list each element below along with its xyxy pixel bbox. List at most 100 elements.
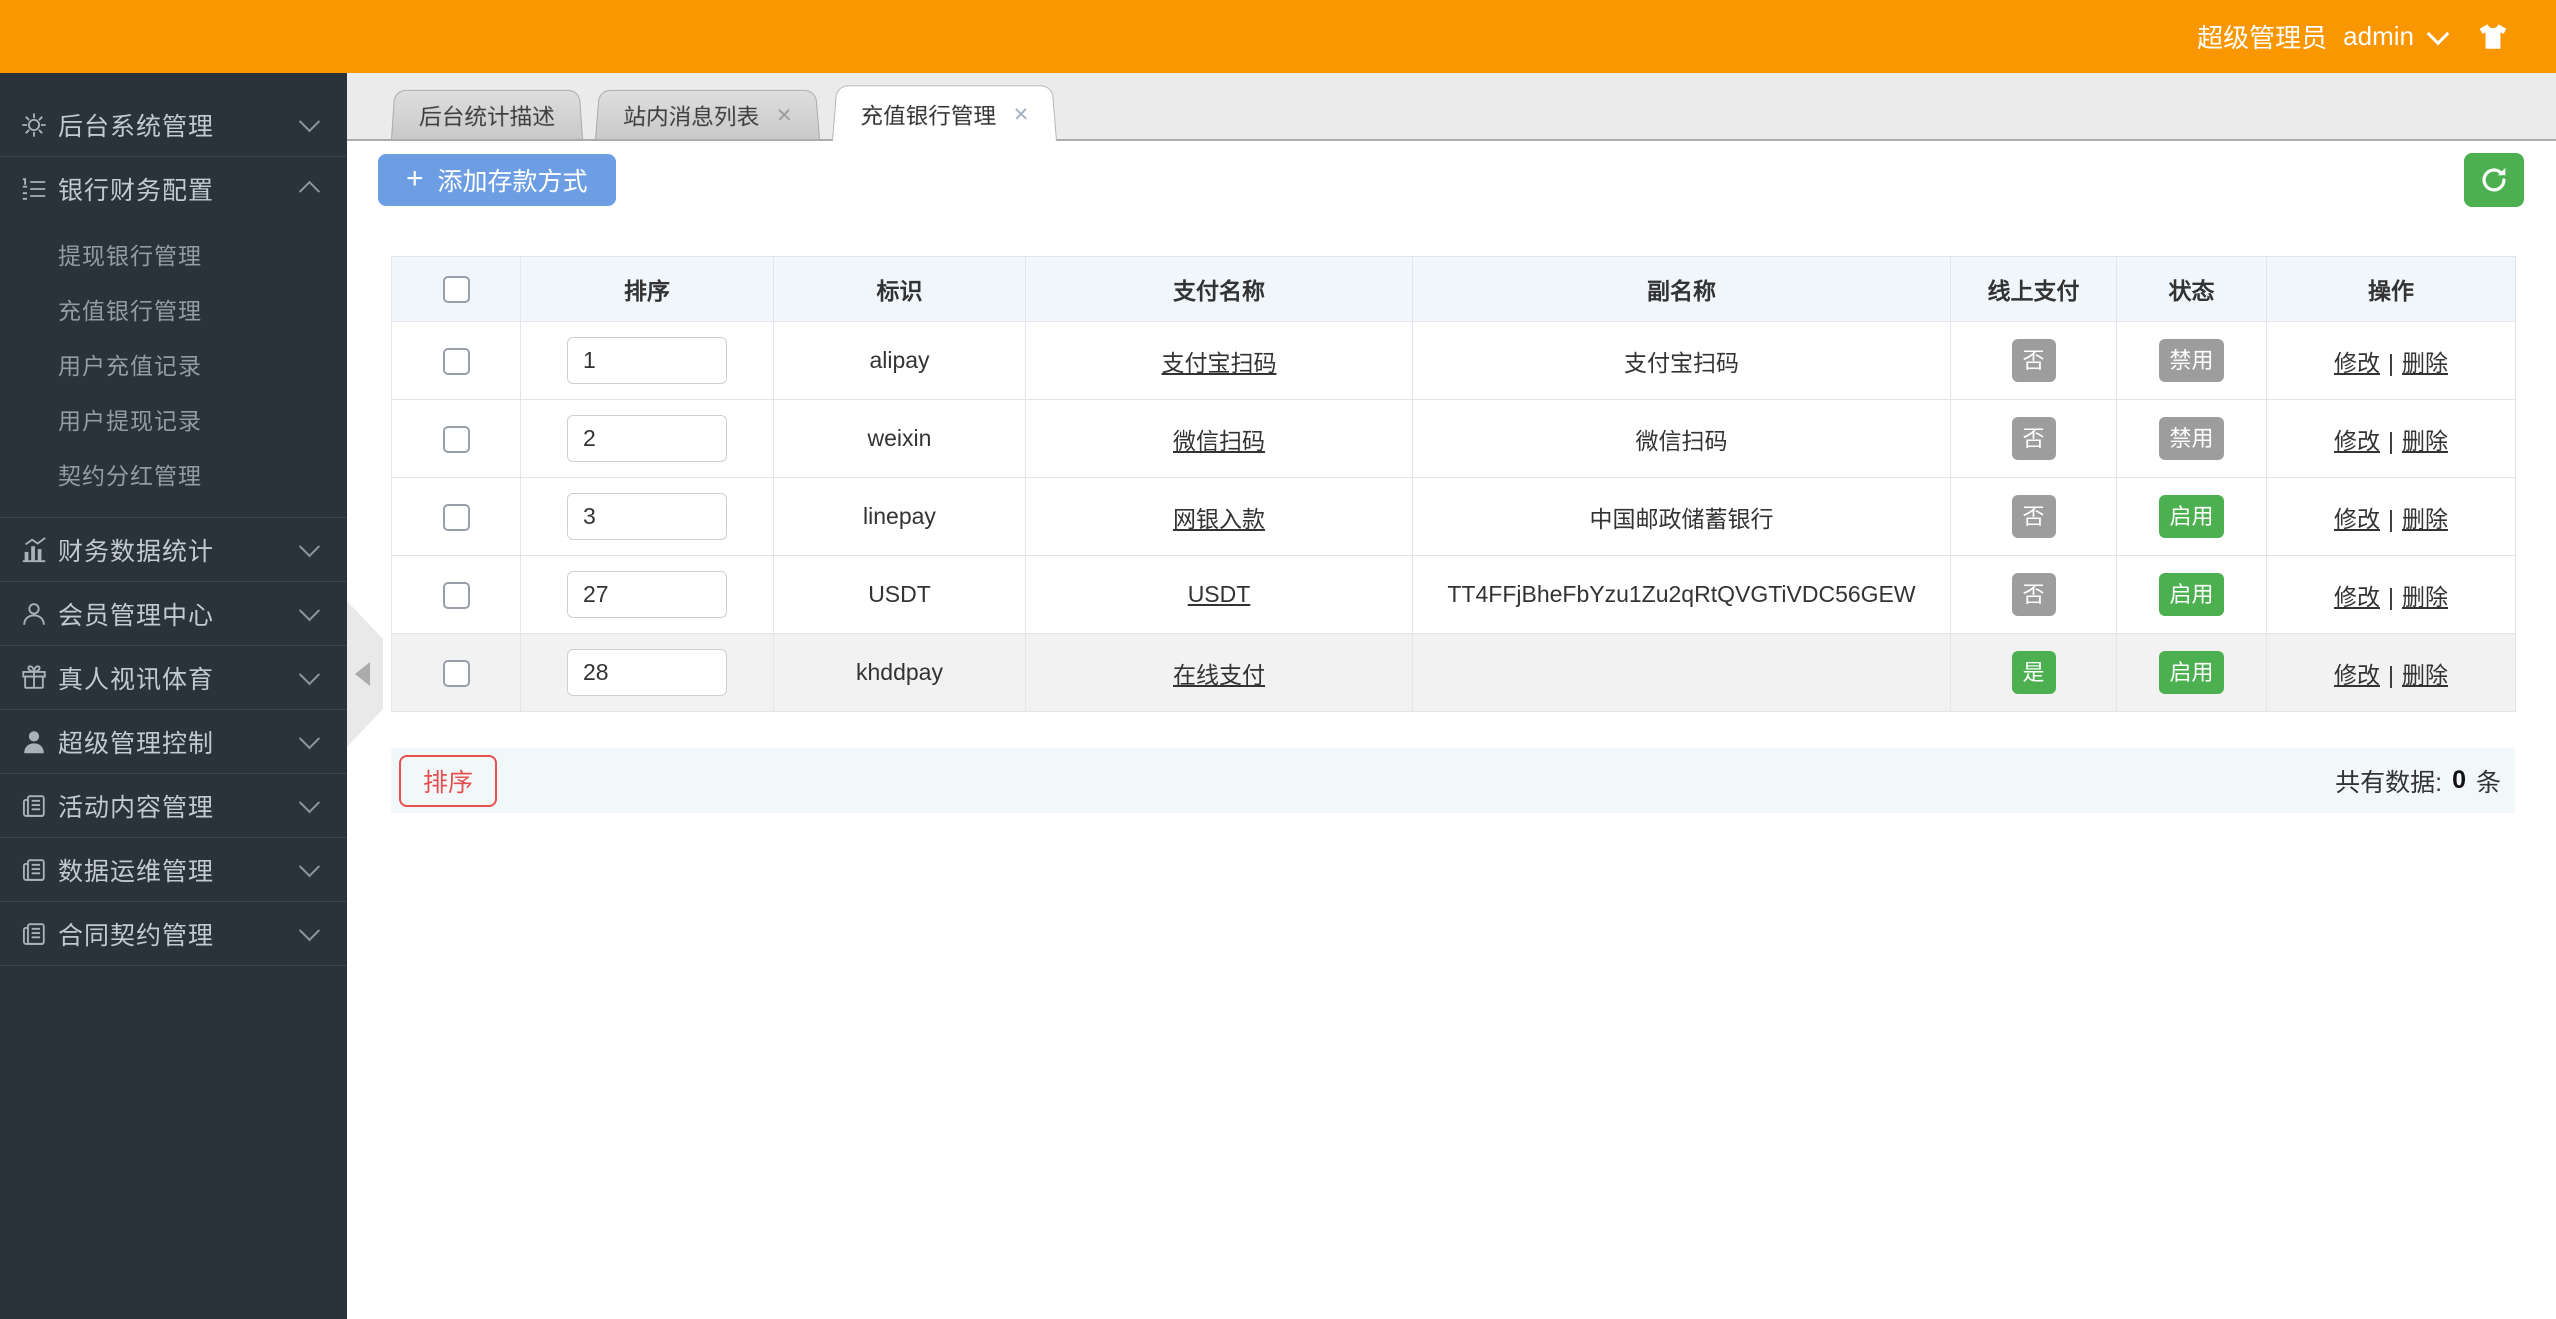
code-cell: USDT	[773, 555, 1026, 634]
sidebar-item-user-withdraw-records[interactable]: 用户提现记录	[0, 391, 347, 446]
delete-link[interactable]: 删除	[2402, 662, 2448, 688]
tab-bar: 后台统计描述 站内消息列表 × 充值银行管理 ×	[347, 73, 2556, 141]
payment-name-link[interactable]: 支付宝扫码	[1162, 350, 1277, 376]
sidebar-item-contract-mgmt[interactable]: 合同契约管理	[0, 902, 347, 965]
row-checkbox[interactable]	[442, 347, 470, 375]
payment-name-link[interactable]: 微信扫码	[1173, 428, 1265, 454]
table-header-row: 排序 标识 支付名称 副名称 线上支付 状态 操作	[391, 256, 2516, 322]
close-icon[interactable]: ×	[776, 100, 793, 129]
delete-link[interactable]: 删除	[2402, 350, 2448, 376]
status-badge: 启用	[2159, 573, 2224, 616]
username: admin	[2343, 21, 2414, 51]
refresh-icon	[2482, 167, 2506, 192]
tshirt-icon[interactable]	[2476, 20, 2510, 54]
edit-link[interactable]: 修改	[2334, 428, 2380, 454]
column-header-actions: 操作	[2266, 256, 2516, 322]
add-button-label: 添加存款方式	[437, 168, 588, 196]
column-header-online: 线上支付	[1950, 256, 2117, 322]
sort-input[interactable]	[567, 571, 727, 618]
sidebar-item-member-center[interactable]: 会员管理中心	[0, 582, 347, 645]
main-content: 后台统计描述 站内消息列表 × 充值银行管理 × + 添加存款方式 排序 标识 …	[347, 73, 2556, 1319]
tab-recharge-bank[interactable]: 充值银行管理 ×	[832, 85, 1058, 141]
online-badge: 否	[2011, 495, 2056, 538]
sidebar-item-label: 合同契约管理	[58, 921, 215, 950]
table-row: khddpay 在线支付 是 启用 修改 | 删除	[391, 633, 2516, 712]
payment-name-link[interactable]: 网银入款	[1173, 506, 1265, 532]
sidebar-item-super-admin[interactable]: 超级管理控制	[0, 710, 347, 773]
chevron-down-icon	[298, 728, 321, 750]
tab-backend-stats[interactable]: 后台统计描述	[391, 89, 583, 139]
tab-label: 充值银行管理	[860, 102, 997, 128]
sort-input[interactable]	[567, 415, 727, 462]
edit-link[interactable]: 修改	[2334, 662, 2380, 688]
status-badge: 启用	[2159, 651, 2224, 694]
tab-site-messages[interactable]: 站内消息列表 ×	[595, 89, 821, 139]
add-deposit-method-button[interactable]: + 添加存款方式	[378, 154, 616, 206]
sidebar-collapse-handle[interactable]	[347, 601, 383, 747]
refresh-button[interactable]	[2464, 153, 2524, 207]
table-row: alipay 支付宝扫码 支付宝扫码 否 禁用 修改 | 删除	[391, 321, 2516, 400]
delete-link[interactable]: 删除	[2402, 506, 2448, 532]
sort-input[interactable]	[567, 337, 727, 384]
sort-input[interactable]	[567, 493, 727, 540]
action-separator: |	[2388, 505, 2394, 532]
sidebar-item-contract-dividend[interactable]: 契约分红管理	[0, 446, 347, 501]
payment-methods-table: 排序 标识 支付名称 副名称 线上支付 状态 操作 1 alipay 支付宝扫码…	[391, 256, 2556, 712]
user-role-label: 超级管理员	[2197, 23, 2328, 53]
sidebar-item-activity-content[interactable]: 活动内容管理	[0, 774, 347, 837]
edit-link[interactable]: 修改	[2334, 506, 2380, 532]
delete-link[interactable]: 删除	[2402, 428, 2448, 454]
sidebar-item-recharge-bank[interactable]: 充值银行管理	[0, 281, 347, 336]
code-cell: khddpay	[773, 633, 1026, 712]
close-icon[interactable]: ×	[1013, 99, 1030, 128]
news-icon	[20, 919, 48, 949]
row-checkbox[interactable]	[442, 425, 470, 453]
sidebar-item-label: 真人视讯体育	[58, 665, 215, 694]
chevron-down-icon	[298, 111, 321, 133]
user-menu[interactable]: 超级管理员 admin	[2197, 18, 2450, 55]
column-header-sort: 排序	[520, 256, 774, 322]
bar-chart-icon	[20, 535, 48, 565]
code-cell: weixin	[773, 399, 1026, 478]
gear-icon	[20, 110, 48, 140]
online-badge: 否	[2011, 573, 2056, 616]
chevron-down-icon	[298, 856, 321, 878]
row-checkbox[interactable]	[442, 581, 470, 609]
admin-page: 超级管理员 admin 后台系统管理 银行财务配置 提现银行管理 充值银行管理 …	[0, 0, 2556, 1319]
sidebar-item-backend-system[interactable]: 后台系统管理	[0, 93, 347, 156]
row-checkbox[interactable]	[442, 659, 470, 687]
table-footer-bar: 排序 共有数据: 0 条	[391, 748, 2515, 813]
sidebar-item-live-sports[interactable]: 真人视讯体育	[0, 646, 347, 709]
sidebar-item-user-recharge-records[interactable]: 用户充值记录	[0, 336, 347, 391]
plus-icon: +	[406, 161, 424, 195]
sidebar-item-bank-finance[interactable]: 银行财务配置	[0, 157, 347, 220]
edit-link[interactable]: 修改	[2334, 350, 2380, 376]
sort-input[interactable]	[567, 649, 727, 696]
sidebar-item-data-ops[interactable]: 数据运维管理	[0, 838, 347, 901]
chevron-down-icon	[298, 920, 321, 942]
user-outline-icon	[20, 599, 48, 629]
delete-link[interactable]: 删除	[2402, 584, 2448, 610]
chevron-down-icon	[298, 792, 321, 814]
status-badge: 禁用	[2159, 339, 2224, 382]
select-all-checkbox[interactable]	[442, 276, 470, 304]
sidebar-item-finance-stats[interactable]: 财务数据统计	[0, 518, 347, 581]
column-header-code: 标识	[773, 256, 1026, 322]
action-separator: |	[2388, 349, 2394, 376]
sidebar-item-label: 财务数据统计	[58, 537, 215, 566]
online-badge: 是	[2011, 651, 2056, 694]
chevron-up-icon	[298, 180, 321, 202]
subname-cell: 中国邮政储蓄银行	[1412, 477, 1951, 556]
user-filled-icon	[20, 727, 48, 757]
chevron-down-icon	[298, 600, 321, 622]
sidebar-item-withdraw-bank[interactable]: 提现银行管理	[0, 226, 347, 281]
sidebar: 后台系统管理 银行财务配置 提现银行管理 充值银行管理 用户充值记录 用户提现记…	[0, 73, 347, 1319]
row-checkbox[interactable]	[442, 503, 470, 531]
code-cell: linepay	[773, 477, 1026, 556]
sidebar-item-label: 后台系统管理	[58, 112, 215, 141]
column-header-subname: 副名称	[1412, 256, 1951, 322]
payment-name-link[interactable]: USDT	[1188, 581, 1251, 607]
payment-name-link[interactable]: 在线支付	[1173, 662, 1265, 688]
sort-button[interactable]: 排序	[399, 754, 498, 807]
edit-link[interactable]: 修改	[2334, 584, 2380, 610]
